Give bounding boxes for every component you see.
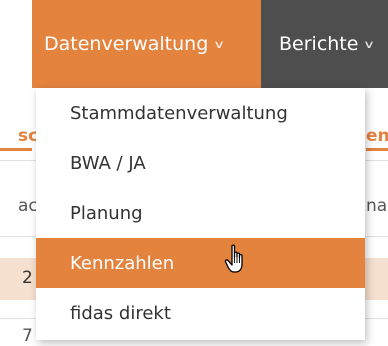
nav-item-datenverwaltung[interactable]: Datenverwaltung ∨ bbox=[32, 0, 261, 88]
nav-item-label: Berichte bbox=[279, 33, 359, 55]
menu-item-label: fidas direkt bbox=[70, 302, 171, 324]
top-navigation-bar: Datenverwaltung ∨ Berichte ∨ bbox=[32, 0, 388, 88]
menu-item-planung[interactable]: Planung bbox=[36, 188, 365, 238]
background-cell-fragment-right: nai bbox=[366, 196, 388, 216]
background-tab-underline bbox=[0, 148, 32, 151]
menu-item-bwa-ja[interactable]: BWA / JA bbox=[36, 138, 365, 188]
chevron-down-icon: ∨ bbox=[213, 37, 226, 51]
nav-item-berichte[interactable]: Berichte ∨ bbox=[279, 0, 376, 88]
menu-item-label: Planung bbox=[70, 202, 143, 224]
background-tab-fragment-right: en bbox=[366, 126, 388, 146]
chevron-down-icon: ∨ bbox=[363, 37, 376, 51]
menu-item-fidas-direkt[interactable]: fidas direkt bbox=[36, 288, 365, 338]
background-cell-fragment: ac bbox=[18, 196, 38, 216]
nav-item-label: Datenverwaltung bbox=[44, 33, 209, 55]
menu-item-label: Stammdatenverwaltung bbox=[70, 102, 288, 124]
background-cell-fragment: 7 bbox=[22, 326, 33, 346]
menu-item-label: BWA / JA bbox=[70, 152, 146, 174]
menu-item-stammdatenverwaltung[interactable]: Stammdatenverwaltung bbox=[36, 88, 365, 138]
menu-item-kennzahlen[interactable]: Kennzahlen bbox=[36, 238, 365, 288]
background-tab-underline-right bbox=[366, 148, 388, 151]
hand-pointer-icon bbox=[224, 244, 243, 273]
menu-item-label: Kennzahlen bbox=[70, 252, 175, 274]
datenverwaltung-dropdown-menu: Stammdatenverwaltung BWA / JA Planung Ke… bbox=[36, 88, 365, 340]
background-cell-fragment: 2 bbox=[22, 268, 33, 288]
